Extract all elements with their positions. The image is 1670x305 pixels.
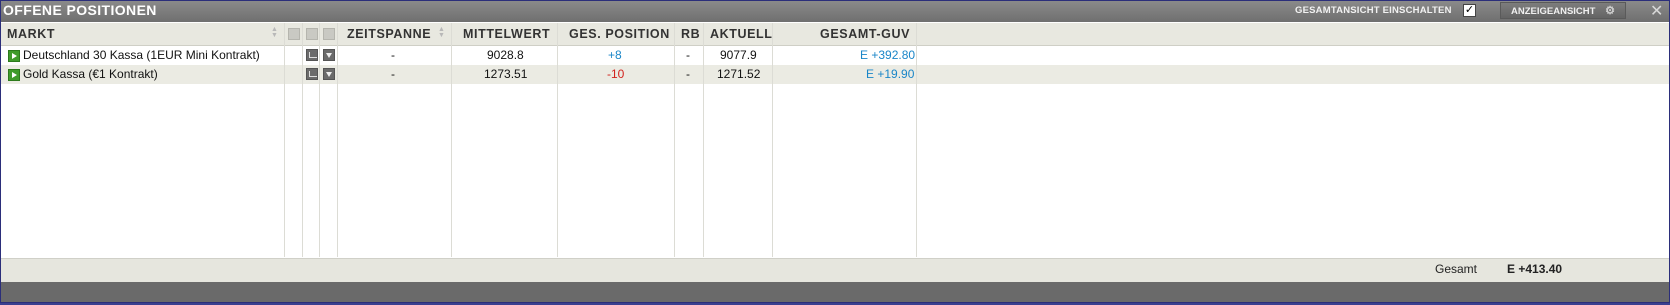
column-divider xyxy=(772,23,773,257)
column-divider xyxy=(451,23,452,257)
cell-aktuell: 1271.52 xyxy=(717,67,761,81)
column-divider xyxy=(557,23,558,257)
next-panel-strip xyxy=(1,282,1669,302)
cell-aktuell: 9077.9 xyxy=(720,48,757,62)
sort-zeitspanne-icon[interactable]: ▲ ▼ xyxy=(438,26,445,39)
open-positions-window: OFFENE POSITIONEN GESAMTANSICHT EINSCHAL… xyxy=(0,0,1670,303)
column-header-mittelwert[interactable]: MITTELWERT xyxy=(463,23,550,45)
total-value: E +413.40 xyxy=(1507,262,1563,276)
chevron-down-icon[interactable] xyxy=(323,68,335,80)
totals-bar: Gesamt E +413.40 xyxy=(1,258,1669,282)
column-divider xyxy=(674,23,675,257)
overview-toggle-label: GESAMTANSICHT EINSCHALTEN xyxy=(1295,5,1452,16)
cell-ges-position: -10 xyxy=(607,67,625,81)
cell-mittelwert: 1273.51 xyxy=(484,67,528,81)
cell-markt: Gold Kassa (€1 Kontrakt) xyxy=(23,67,158,81)
table-row[interactable]: Deutschland 30 Kassa (1EUR Mini Kontrakt… xyxy=(1,46,1669,65)
column-header-markt[interactable]: MARKT xyxy=(7,23,55,45)
column-divider xyxy=(284,23,285,257)
column-header-ges-position[interactable]: GES. POSITION xyxy=(569,23,670,45)
cell-ges-position: +8 xyxy=(608,48,622,62)
gear-icon: ⚙ xyxy=(1605,5,1615,17)
chart-icon[interactable] xyxy=(306,49,318,61)
column-header-rb[interactable]: RB xyxy=(681,23,700,45)
info-column-icon xyxy=(288,28,300,40)
close-icon[interactable]: ✕ xyxy=(1650,1,1663,21)
column-header-zeitspanne[interactable]: ZEITSPANNE xyxy=(347,23,431,45)
dropdown-column-icon xyxy=(323,28,335,40)
column-divider xyxy=(302,23,303,257)
column-divider xyxy=(916,23,917,257)
view-settings-button[interactable]: ANZEIGEANSICHT ⚙ xyxy=(1500,2,1626,19)
column-header-gesamt-guv[interactable]: GESAMT-GUV xyxy=(820,23,910,45)
column-header-aktuell[interactable]: AKTUELL xyxy=(710,23,773,45)
cell-zeitspanne: - xyxy=(391,67,395,81)
view-settings-label: ANZEIGEANSICHT xyxy=(1511,6,1596,17)
chart-icon[interactable] xyxy=(306,68,318,80)
table-header: MARKT ▲ ▼ ZEITSPANNE ▲ ▼ MITTELWERT GES. P… xyxy=(1,23,1669,46)
cell-mittelwert: 9028.8 xyxy=(487,48,524,62)
cell-gesamt-guv: E +19.90 xyxy=(866,67,915,81)
window-title: OFFENE POSITIONEN xyxy=(3,2,157,18)
chart-column-icon xyxy=(306,28,318,40)
column-divider xyxy=(703,23,704,257)
chevron-down-icon[interactable] xyxy=(323,49,335,61)
cell-zeitspanne: - xyxy=(391,48,395,62)
play-icon[interactable] xyxy=(8,69,20,81)
total-label: Gesamt xyxy=(1435,262,1478,276)
column-divider xyxy=(337,23,338,257)
cell-rb: - xyxy=(686,48,690,62)
overview-toggle-checkbox[interactable]: ✓ xyxy=(1463,4,1476,17)
cell-gesamt-guv: E +392.80 xyxy=(860,48,916,62)
play-icon[interactable] xyxy=(8,50,20,62)
column-divider xyxy=(319,23,320,257)
table-row[interactable]: Gold Kassa (€1 Kontrakt) - 1273.51 -10 -… xyxy=(1,65,1669,84)
cell-rb: - xyxy=(686,67,690,81)
cell-markt: Deutschland 30 Kassa (1EUR Mini Kontrakt… xyxy=(23,48,260,62)
title-bar: OFFENE POSITIONEN GESAMTANSICHT EINSCHAL… xyxy=(1,1,1669,22)
sort-markt-icon[interactable]: ▲ ▼ xyxy=(271,26,278,39)
